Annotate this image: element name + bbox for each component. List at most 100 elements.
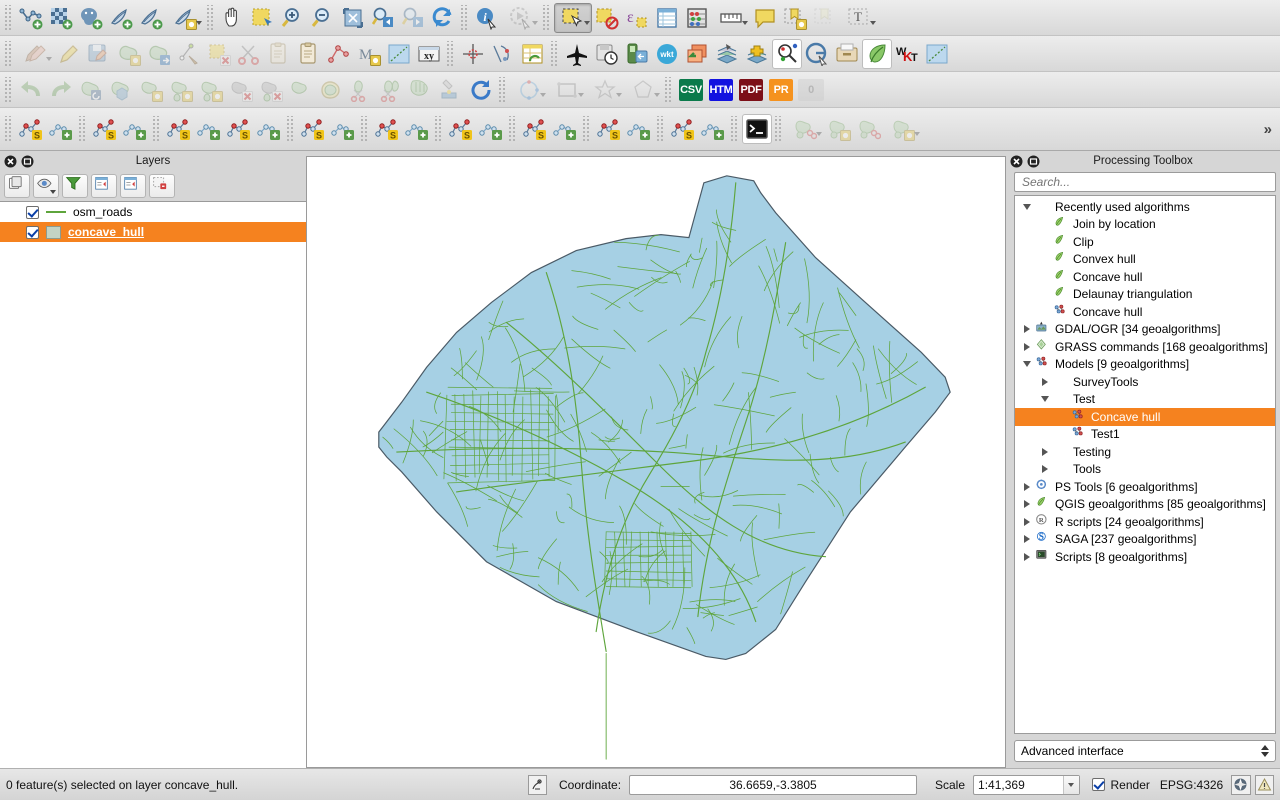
toolbar-grip[interactable]	[582, 116, 591, 142]
chevron-down-icon[interactable]	[1019, 203, 1035, 210]
tree-item[interactable]: Test1	[1015, 426, 1275, 444]
identify-features-button[interactable]: i	[472, 3, 502, 33]
add-raster-layer-button[interactable]	[46, 3, 76, 33]
tree-item[interactable]: Clip	[1015, 233, 1275, 251]
interface-mode-select[interactable]: Advanced interface	[1014, 740, 1276, 762]
vertex-add-button[interactable]	[194, 114, 224, 144]
toolbar-grip[interactable]	[460, 4, 469, 31]
chevron-right-icon[interactable]	[1037, 465, 1053, 474]
tree-item[interactable]: GRASS commands [168 geoalgorithms]	[1015, 338, 1275, 356]
line-tool-button[interactable]	[384, 39, 414, 69]
chevron-right-icon[interactable]	[1019, 482, 1035, 491]
link-add-button[interactable]	[328, 114, 358, 144]
map-canvas[interactable]	[306, 156, 1006, 768]
tree-item[interactable]: Delaunay triangulation	[1015, 286, 1275, 304]
refresh-table-button[interactable]	[518, 39, 548, 69]
chevron-down-icon[interactable]	[870, 20, 876, 25]
tree-item[interactable]: Tools	[1015, 461, 1275, 479]
chevron-down-icon[interactable]	[654, 92, 660, 97]
coordinate-toggle-icon[interactable]	[527, 774, 548, 795]
chevron-down-icon[interactable]	[616, 92, 622, 97]
tree-item[interactable]: Recently used algorithms	[1015, 198, 1275, 216]
tree-item[interactable]: QGIS geoalgorithms [85 geoalgorithms]	[1015, 496, 1275, 514]
toolbar-grip[interactable]	[4, 40, 13, 67]
az-add-button[interactable]	[402, 114, 432, 144]
toolbar-grip[interactable]	[498, 76, 507, 103]
crosshair-button[interactable]	[458, 39, 488, 69]
graph-s-button[interactable]: S	[668, 114, 698, 144]
stack-tool-button[interactable]	[712, 39, 742, 69]
text-annotation-button[interactable]: T	[840, 3, 878, 33]
toolbar-grip[interactable]	[542, 4, 551, 31]
tree-item[interactable]: Join by location	[1015, 216, 1275, 234]
tree-item[interactable]: R R scripts [24 geoalgorithms]	[1015, 513, 1275, 531]
line-blue2-button[interactable]	[922, 39, 952, 69]
scale-combo[interactable]: 1:41,369	[973, 774, 1080, 795]
tree-item-selected[interactable]: Concave hull	[1015, 408, 1275, 426]
collapse-all-button[interactable]	[120, 174, 146, 198]
pan-to-selection-button[interactable]	[248, 3, 278, 33]
close-icon[interactable]	[1010, 155, 1023, 168]
render-checkbox[interactable]	[1091, 778, 1105, 791]
toolbar-grip[interactable]	[4, 4, 13, 31]
chevron-down-icon[interactable]	[584, 20, 590, 25]
paste-features-button[interactable]	[294, 39, 324, 69]
remove-layer-button[interactable]	[149, 174, 175, 198]
tree-item[interactable]: Models [9 geoalgorithms]	[1015, 356, 1275, 374]
processing-algorithms-tree[interactable]: Recently used algorithms Join by location…	[1014, 195, 1276, 734]
chevron-right-icon[interactable]	[1037, 377, 1053, 386]
zoom-in-button[interactable]	[278, 3, 308, 33]
toolbar-grip[interactable]	[152, 116, 161, 142]
split-line-add-button[interactable]	[46, 114, 76, 144]
search-point-button[interactable]	[772, 38, 802, 69]
toolbar-grip[interactable]	[730, 116, 739, 142]
layers-list[interactable]: osm_roads concave_hull	[0, 201, 306, 768]
crs-status-icon[interactable]	[1231, 774, 1251, 795]
az-s-button[interactable]: S	[372, 114, 402, 144]
messages-warning-icon[interactable]	[1254, 774, 1275, 795]
layer-visibility-checkbox[interactable]	[26, 205, 39, 219]
wkt-circle-button[interactable]: wkt	[652, 39, 682, 69]
open-field-calculator-button[interactable]	[682, 3, 712, 33]
zoom-last-button[interactable]	[368, 3, 398, 33]
rotate-symbol-button[interactable]	[466, 75, 496, 105]
pan-map-button[interactable]	[218, 3, 248, 33]
add-mssql-layer-button[interactable]	[136, 3, 166, 33]
search-input[interactable]	[1020, 174, 1270, 190]
zoom-full-button[interactable]	[338, 3, 368, 33]
tree-item[interactable]: Concave hull	[1015, 303, 1275, 321]
toolbar-grip[interactable]	[656, 116, 665, 142]
chevron-right-icon[interactable]	[1019, 500, 1035, 509]
path-add-button[interactable]	[550, 114, 580, 144]
add-spatialite-layer-button[interactable]	[106, 3, 136, 33]
deselect-features-button[interactable]	[592, 3, 622, 33]
undock-icon[interactable]	[1027, 155, 1040, 168]
tree-item[interactable]: PS Tools [6 geoalgorithms]	[1015, 478, 1275, 496]
measure-line-button[interactable]	[712, 3, 750, 33]
layer-item[interactable]: osm_roads	[0, 202, 306, 222]
chevron-right-icon[interactable]	[1019, 535, 1035, 544]
chevron-right-icon[interactable]	[1019, 325, 1035, 334]
tree-item[interactable]: Scripts [8 geoalgorithms]	[1015, 548, 1275, 566]
add-group-button[interactable]	[4, 174, 30, 198]
toolbar-grip[interactable]	[550, 40, 559, 67]
vertex-s-button[interactable]: S	[164, 114, 194, 144]
toolbar-grip[interactable]	[4, 76, 13, 103]
layer-item[interactable]: concave_hull	[0, 222, 306, 242]
graph-add-button[interactable]	[698, 114, 728, 144]
wkt-text-button[interactable]: WKT	[892, 39, 922, 69]
select-by-expression-button[interactable]: ε	[622, 3, 652, 33]
tree-item[interactable]: SurveyTools	[1015, 373, 1275, 391]
filter-legend-button[interactable]	[62, 174, 88, 198]
zoom-out-button[interactable]	[308, 3, 338, 33]
toolbar-grip[interactable]	[446, 40, 455, 67]
split-line-s-button[interactable]: S	[16, 114, 46, 144]
processing-search-box[interactable]	[1014, 172, 1276, 192]
toolbar-grip[interactable]	[286, 116, 295, 142]
gps-export-button[interactable]	[622, 39, 652, 69]
tree-item[interactable]: S SAGA [237 geoalgorithms]	[1015, 531, 1275, 549]
trace-s-button[interactable]: S	[594, 114, 624, 144]
link-s-button[interactable]: S	[298, 114, 328, 144]
chevron-down-icon[interactable]	[914, 132, 920, 136]
open-attribute-table-button[interactable]	[652, 3, 682, 33]
